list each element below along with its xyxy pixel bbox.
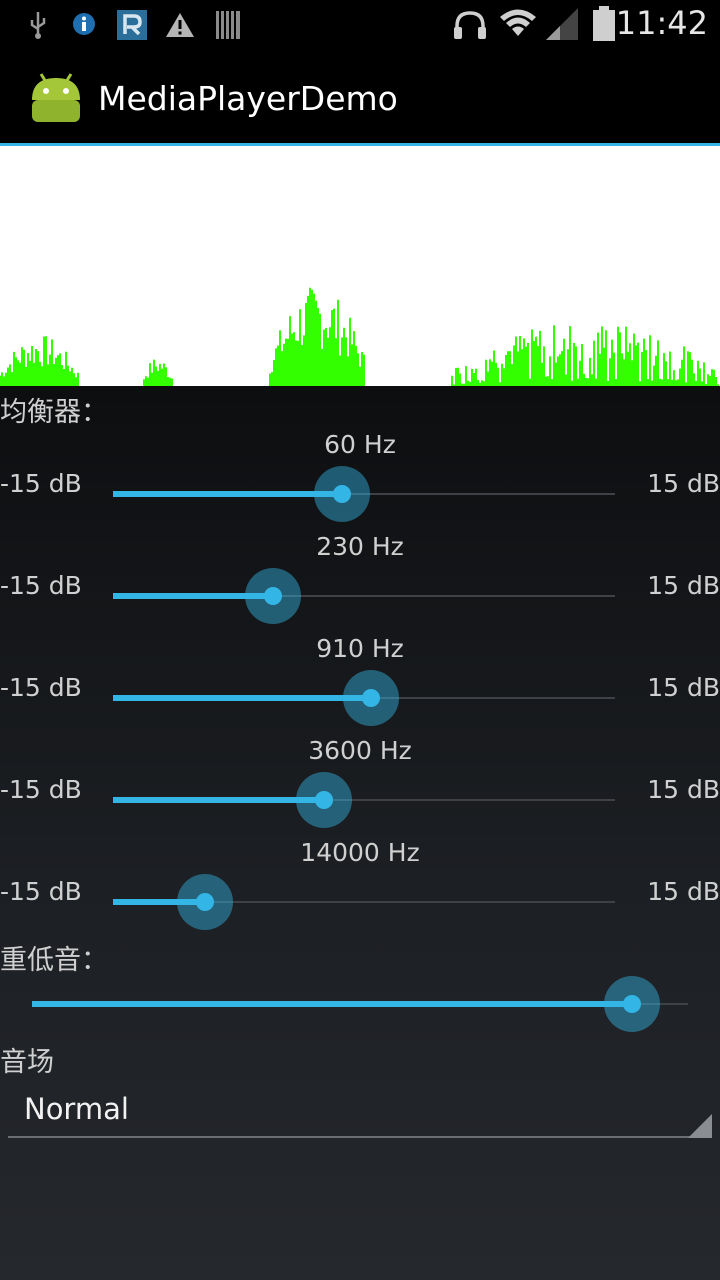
band-max-label: 15 dB — [647, 877, 720, 906]
equalizer-label: 均衡器： — [0, 397, 108, 428]
band-min-label: -15 dB — [0, 877, 82, 906]
band-max-label: 15 dB — [647, 775, 720, 804]
headset-icon — [454, 11, 486, 39]
barcode-icon — [216, 11, 240, 39]
band-slider-60hz[interactable] — [113, 464, 615, 524]
band-max-label: 15 dB — [647, 673, 720, 702]
action-bar: MediaPlayerDemo — [0, 50, 720, 143]
band-max-label: 15 dB — [647, 571, 720, 600]
warning-icon — [166, 13, 194, 37]
band-min-label: -15 dB — [0, 775, 82, 804]
band-slider-14000hz[interactable] — [113, 872, 615, 932]
audio-visualizer — [0, 146, 720, 386]
reverb-selected-value: Normal — [24, 1092, 129, 1126]
wifi-icon — [500, 9, 536, 36]
bass-boost-label: 重低音： — [0, 945, 108, 976]
band-slider-3600hz[interactable] — [113, 770, 615, 830]
band-slider-910hz[interactable] — [113, 668, 615, 728]
signal-icon — [546, 8, 578, 40]
band-slider-230hz[interactable] — [113, 566, 615, 626]
battery-icon — [593, 6, 615, 41]
slider-thumb[interactable] — [264, 587, 283, 605]
reverb-label: 音场 — [0, 1047, 54, 1078]
band-max-label: 15 dB — [647, 469, 720, 498]
band-min-label: -15 dB — [0, 571, 82, 600]
android-icon — [32, 73, 80, 122]
clock: 11:42 — [615, 4, 708, 42]
reverb-spinner[interactable]: Normal — [8, 1080, 712, 1140]
band-frequency-label: 14000 Hz — [300, 838, 420, 867]
band-frequency-label: 910 Hz — [316, 634, 404, 663]
slider-thumb[interactable] — [622, 995, 641, 1013]
slider-thumb[interactable] — [361, 689, 380, 707]
bass-boost-slider[interactable] — [32, 974, 688, 1034]
waveform — [0, 287, 719, 386]
band-frequency-label: 230 Hz — [316, 532, 404, 561]
status-bar: 11:42 — [0, 0, 720, 50]
info-icon — [73, 13, 95, 35]
usb-icon — [30, 12, 46, 39]
band-min-label: -15 dB — [0, 469, 82, 498]
r-app-icon — [117, 10, 147, 40]
app-title: MediaPlayerDemo — [98, 79, 398, 118]
band-frequency-label: 60 Hz — [324, 430, 396, 459]
band-min-label: -15 dB — [0, 673, 82, 702]
dropdown-arrow-icon — [688, 1114, 712, 1138]
band-frequency-label: 3600 Hz — [308, 736, 412, 765]
